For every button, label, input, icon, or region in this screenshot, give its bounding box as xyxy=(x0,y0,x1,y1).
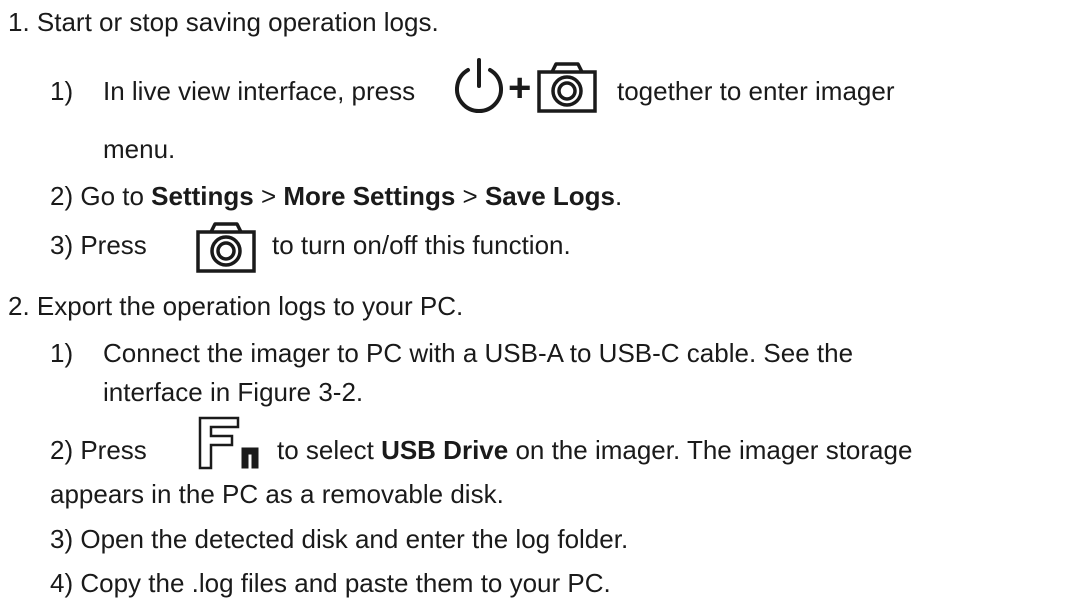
step2-sub1-line1-text: Connect the imager to PC with a USB-A to… xyxy=(103,338,854,368)
step1-heading: 1. Start or stop saving operation logs. xyxy=(8,6,439,38)
step1-heading-text: 1. Start or stop saving operation logs. xyxy=(8,7,439,37)
camera-icon xyxy=(537,62,597,113)
step1-sub1-num: 1) xyxy=(50,76,74,106)
step2-sub1-line2: interface in Figure 3-2. xyxy=(103,376,363,408)
step2-sub3: 3) Open the detected disk and enter the … xyxy=(50,523,628,555)
step1-sub1-after: together to enter imager xyxy=(617,76,895,106)
step2-heading: 2. Export the operation logs to your PC. xyxy=(8,290,463,322)
step1-sub3-prefix: 3) Press xyxy=(50,229,147,261)
plus-sign: + xyxy=(508,68,531,108)
usb-drive-label: USB Drive xyxy=(381,435,509,465)
step1-sub2-end: . xyxy=(615,181,623,211)
camera-icon xyxy=(196,222,256,273)
step2-sub4: 4) Copy the .log files and paste them to… xyxy=(50,567,611,599)
menu-path-settings: Settings xyxy=(151,181,254,211)
step2-sub2-rest: on the imager. The imager storage xyxy=(508,435,913,465)
step2-heading-text: 2. Export the operation logs to your PC. xyxy=(8,291,464,321)
step1-sub1-cont: menu. xyxy=(103,134,176,164)
step2-sub2-prefix-text: 2) Press xyxy=(50,435,147,465)
step1-sub3-after: to turn on/off this function. xyxy=(272,230,571,260)
step1-sub1-before: In live view interface, press xyxy=(103,76,416,106)
step2-sub2-line2: appears in the PC as a removable disk. xyxy=(50,478,504,510)
step1-sub1-number: 1) xyxy=(50,75,73,107)
step1-sub3-text: to turn on/off this function. xyxy=(272,229,571,261)
plus-text: + xyxy=(508,66,532,110)
step2-sub1-num: 1) xyxy=(50,338,74,368)
step2-sub2-text: to select USB Drive on the imager. The i… xyxy=(277,434,912,466)
step2-sub4-text: 4) Copy the .log files and paste them to… xyxy=(50,568,611,598)
step2-sub1-line2-text: interface in Figure 3-2. xyxy=(103,377,364,407)
menu-path-more-settings: More Settings xyxy=(283,181,456,211)
menu-path-separator: > xyxy=(253,181,284,211)
step1-sub2-prefix: 2) Go to xyxy=(50,181,152,211)
power-icon xyxy=(455,58,503,114)
step2-sub1-line1: Connect the imager to PC with a USB-A to… xyxy=(103,337,853,369)
step1-sub1-continuation: menu. xyxy=(103,133,175,165)
step2-sub2-mid: to select xyxy=(277,435,382,465)
step1-sub1-text-after: together to enter imager xyxy=(617,75,895,107)
step2-sub1-number: 1) xyxy=(50,337,73,369)
step2-sub2-line2-text: appears in the PC as a removable disk. xyxy=(50,479,504,509)
step1-sub3-prefix-text: 3) Press xyxy=(50,230,147,260)
step1-sub1-text-before: In live view interface, press xyxy=(103,75,415,107)
step2-sub2-prefix: 2) Press xyxy=(50,434,147,466)
menu-path-save-logs: Save Logs xyxy=(484,181,615,211)
fn-icon xyxy=(198,416,259,470)
step2-sub3-text: 3) Open the detected disk and enter the … xyxy=(50,524,629,554)
step1-sub2: 2) Go to Settings > More Settings > Save… xyxy=(50,180,622,212)
menu-path-separator: > xyxy=(455,181,485,211)
